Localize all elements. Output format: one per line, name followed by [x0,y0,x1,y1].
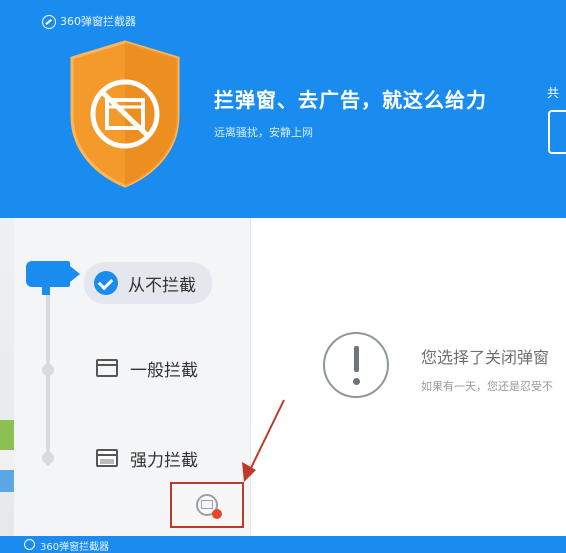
screen-shape [201,500,213,509]
app-logo-icon [42,15,56,29]
exclamation-bar [354,346,359,372]
app-title: 360弹窗拦截器 [40,542,110,553]
option-label: 强力拦截 [130,450,198,471]
option-strong-block[interactable]: 强力拦截 [96,438,198,478]
highlighted-tray-icon[interactable] [170,482,244,528]
popup-blocker-tray-icon[interactable] [196,494,222,519]
option-never-block[interactable]: 从不拦截 [84,262,212,304]
slogan: 拦弹窗、去广告，就这么给力 [214,88,487,112]
exclamation-icon [323,332,389,398]
status-message: 您选择了关闭弹窗 [421,348,550,367]
taskbar-title: 360弹窗拦截器 [0,536,566,553]
app-window: 360弹窗拦截器 拦弹窗、去广告，就这么给力 远离骚扰，安静上网 共 从不拦截 [0,0,566,553]
subslogan: 远离骚扰，安静上网 [214,126,313,139]
strip-segment [0,450,14,470]
shield-icon [70,40,180,188]
status-sub-message: 如果有一天，您还是忍受不 [421,380,553,393]
background-window-strip [0,218,14,536]
stats-box [548,110,566,154]
window-strong-icon [96,449,118,467]
option-normal-block[interactable]: 一般拦截 [96,348,198,388]
level-node-strong[interactable] [42,452,54,464]
window-icon [96,359,118,377]
option-label: 一般拦截 [130,360,198,381]
option-label: 从不拦截 [128,275,196,296]
header-banner: 360弹窗拦截器 拦弹窗、去广告，就这么给力 远离骚扰，安静上网 共 [0,0,566,218]
app-title: 360弹窗拦截器 [60,15,136,28]
strip-segment [0,470,14,492]
exclamation-dot [353,378,360,385]
strip-segment [0,420,14,450]
status-dot [212,509,222,519]
level-slider-handle[interactable] [26,261,80,295]
level-node-normal[interactable] [42,364,54,376]
status-panel: 您选择了关闭弹窗 如果有一天，您还是忍受不 [251,218,566,536]
stats-label: 共 [547,86,560,100]
app-logo-icon [24,539,35,550]
check-circle-icon [94,271,118,295]
